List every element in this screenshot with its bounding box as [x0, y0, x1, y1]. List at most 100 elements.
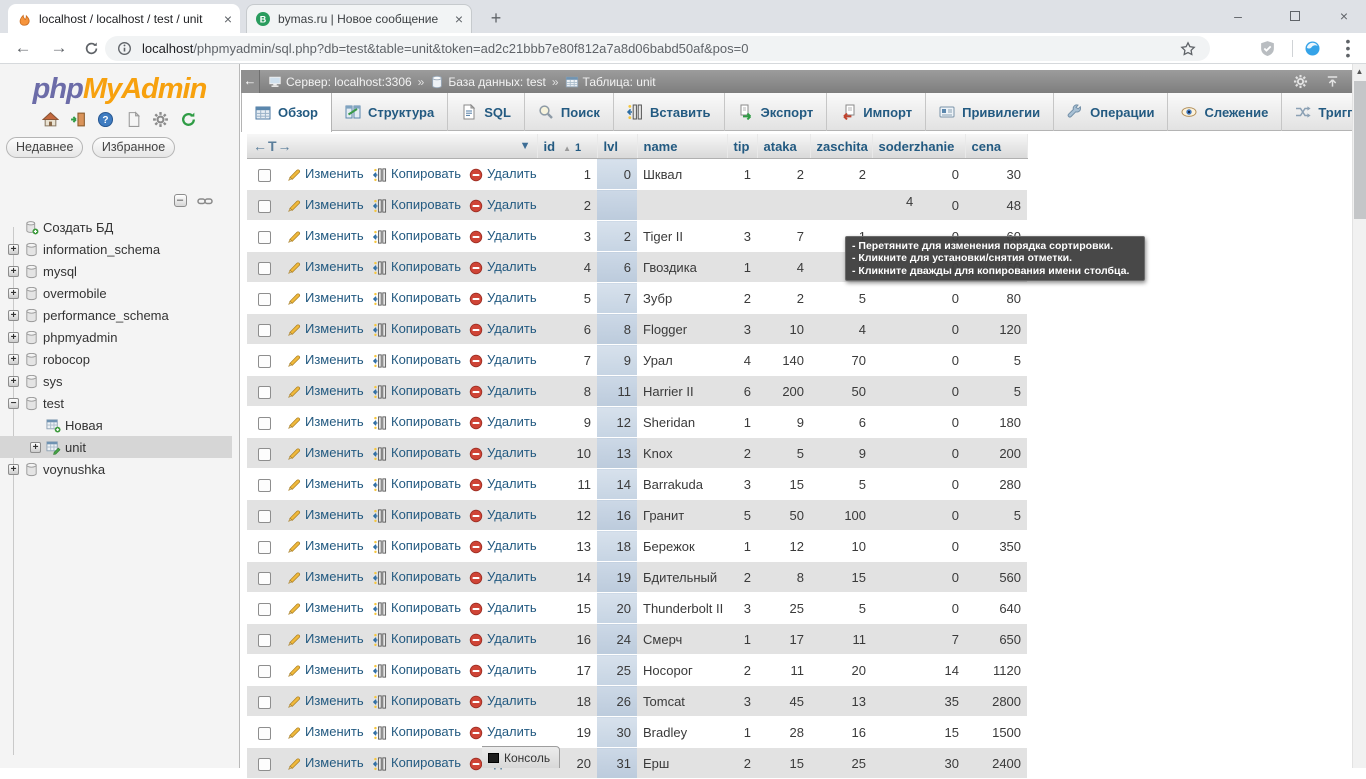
- column-header-name[interactable]: name: [637, 134, 727, 159]
- row-copy-link[interactable]: Копировать: [373, 383, 461, 398]
- row-checkbox[interactable]: [258, 696, 271, 709]
- tree-item-label[interactable]: overmobile: [43, 286, 107, 301]
- row-delete-link[interactable]: Удалить: [469, 383, 537, 398]
- tree-item-test[interactable]: − test: [0, 392, 232, 414]
- collapse-all-icon[interactable]: –: [174, 194, 187, 207]
- row-copy-link[interactable]: Копировать: [373, 259, 461, 274]
- row-delete-link[interactable]: Удалить: [469, 631, 537, 646]
- row-edit-link[interactable]: Изменить: [287, 383, 364, 398]
- forward-button[interactable]: →: [50, 39, 68, 57]
- page-info-icon[interactable]: [117, 41, 132, 56]
- row-delete-link[interactable]: Удалить: [469, 693, 537, 708]
- home-icon[interactable]: [42, 111, 59, 128]
- tab-search[interactable]: Поиск: [525, 93, 614, 131]
- row-edit-link[interactable]: Изменить: [287, 321, 364, 336]
- breadcrumb-database[interactable]: База данных: test: [448, 75, 546, 89]
- tree-item-label[interactable]: sys: [43, 374, 63, 389]
- tree-item-label[interactable]: performance_schema: [43, 308, 169, 323]
- row-copy-link[interactable]: Копировать: [373, 321, 461, 336]
- back-button[interactable]: ←: [14, 39, 32, 57]
- row-copy-link[interactable]: Копировать: [373, 166, 461, 181]
- tree-item-label[interactable]: mysql: [43, 264, 77, 279]
- expand-icon[interactable]: +: [8, 244, 19, 255]
- expand-icon[interactable]: +: [8, 266, 19, 277]
- row-checkbox[interactable]: [258, 231, 271, 244]
- row-edit-link[interactable]: Изменить: [287, 507, 364, 522]
- hide-panel-arrow-button[interactable]: ←: [241, 70, 260, 93]
- tab-browse[interactable]: Обзор: [241, 93, 332, 132]
- row-checkbox[interactable]: [258, 758, 271, 771]
- browser-tab-active[interactable]: localhost / localhost / test / unit ×: [8, 4, 240, 33]
- row-delete-link[interactable]: Удалить: [469, 569, 537, 584]
- tree-item-overmobile[interactable]: + overmobile: [0, 282, 232, 304]
- extension-shield-icon[interactable]: [1259, 40, 1276, 57]
- tree-item-mysql[interactable]: + mysql: [0, 260, 232, 282]
- row-checkbox[interactable]: [258, 727, 271, 740]
- row-copy-link[interactable]: Копировать: [373, 724, 461, 739]
- window-minimize-button[interactable]: –: [1216, 0, 1260, 33]
- column-header-tip[interactable]: tip: [727, 134, 757, 159]
- row-checkbox[interactable]: [258, 200, 271, 213]
- row-copy-link[interactable]: Копировать: [373, 538, 461, 553]
- row-edit-link[interactable]: Изменить: [287, 445, 364, 460]
- row-checkbox[interactable]: [258, 355, 271, 368]
- collapse-icon[interactable]: −: [8, 398, 19, 409]
- row-delete-link[interactable]: Удалить: [469, 414, 537, 429]
- settings-gear-icon[interactable]: [152, 111, 169, 128]
- tree-item-label[interactable]: phpmyadmin: [43, 330, 117, 345]
- expand-icon[interactable]: +: [8, 288, 19, 299]
- row-copy-link[interactable]: Копировать: [373, 445, 461, 460]
- row-delete-link[interactable]: Удалить: [469, 600, 537, 615]
- row-copy-link[interactable]: Копировать: [373, 507, 461, 522]
- row-checkbox[interactable]: [258, 324, 271, 337]
- extension-swirl-icon[interactable]: [1304, 40, 1321, 57]
- row-edit-link[interactable]: Изменить: [287, 352, 364, 367]
- tree-item-performance_schema[interactable]: +performance_schema: [0, 304, 232, 326]
- tab-sql[interactable]: SQL: [448, 93, 525, 131]
- bookmark-star-icon[interactable]: [1180, 41, 1196, 57]
- new-tab-button[interactable]: +: [484, 7, 508, 31]
- expand-icon[interactable]: +: [8, 354, 19, 365]
- row-delete-link[interactable]: Удалить: [469, 538, 537, 553]
- row-edit-link[interactable]: Изменить: [287, 538, 364, 553]
- row-copy-link[interactable]: Копировать: [373, 290, 461, 305]
- tree-item-label[interactable]: robocop: [43, 352, 90, 367]
- logout-icon[interactable]: [70, 111, 87, 128]
- row-copy-link[interactable]: Копировать: [373, 693, 461, 708]
- tree-item-label[interactable]: Новая: [65, 418, 103, 433]
- row-edit-link[interactable]: Изменить: [287, 662, 364, 677]
- recent-tables-button[interactable]: Недавнее: [6, 137, 83, 158]
- tree-item-phpmyadmin[interactable]: +phpmyadmin: [0, 326, 232, 348]
- row-copy-link[interactable]: Копировать: [373, 631, 461, 646]
- tree-item-label[interactable]: test: [43, 396, 64, 411]
- column-header-cena[interactable]: cena: [965, 134, 1027, 159]
- tree-item-label[interactable]: Создать БД: [43, 220, 113, 235]
- row-copy-link[interactable]: Копировать: [373, 228, 461, 243]
- row-edit-link[interactable]: Изменить: [287, 600, 364, 615]
- row-checkbox[interactable]: [258, 479, 271, 492]
- column-header-soderzhanie[interactable]: soderzhanie: [872, 134, 965, 159]
- expand-icon[interactable]: +: [8, 376, 19, 387]
- reload-button[interactable]: [84, 41, 99, 56]
- row-copy-link[interactable]: Копировать: [373, 600, 461, 615]
- row-delete-link[interactable]: Удалить: [469, 228, 537, 243]
- tab-insert[interactable]: Вставить: [614, 93, 725, 131]
- row-checkbox[interactable]: [258, 293, 271, 306]
- tree-item-voynushka[interactable]: +voynushka: [0, 458, 232, 480]
- row-checkbox[interactable]: [258, 603, 271, 616]
- row-checkbox[interactable]: [258, 510, 271, 523]
- row-copy-link[interactable]: Копировать: [373, 414, 461, 429]
- expand-icon[interactable]: +: [8, 464, 19, 475]
- row-edit-link[interactable]: Изменить: [287, 631, 364, 646]
- row-delete-link[interactable]: Удалить: [469, 724, 537, 739]
- row-checkbox[interactable]: [258, 634, 271, 647]
- row-delete-link[interactable]: Удалить: [469, 476, 537, 491]
- tree-item-information_schema[interactable]: +information_schema: [0, 238, 232, 260]
- row-checkbox[interactable]: [258, 262, 271, 275]
- row-edit-link[interactable]: Изменить: [287, 197, 364, 212]
- scrollbar-thumb[interactable]: [1354, 81, 1366, 219]
- row-copy-link[interactable]: Копировать: [373, 352, 461, 367]
- tab-operations[interactable]: Операции: [1054, 93, 1168, 131]
- favorite-tables-button[interactable]: Избранное: [92, 137, 175, 158]
- breadcrumb-table[interactable]: Таблица: unit: [583, 75, 656, 89]
